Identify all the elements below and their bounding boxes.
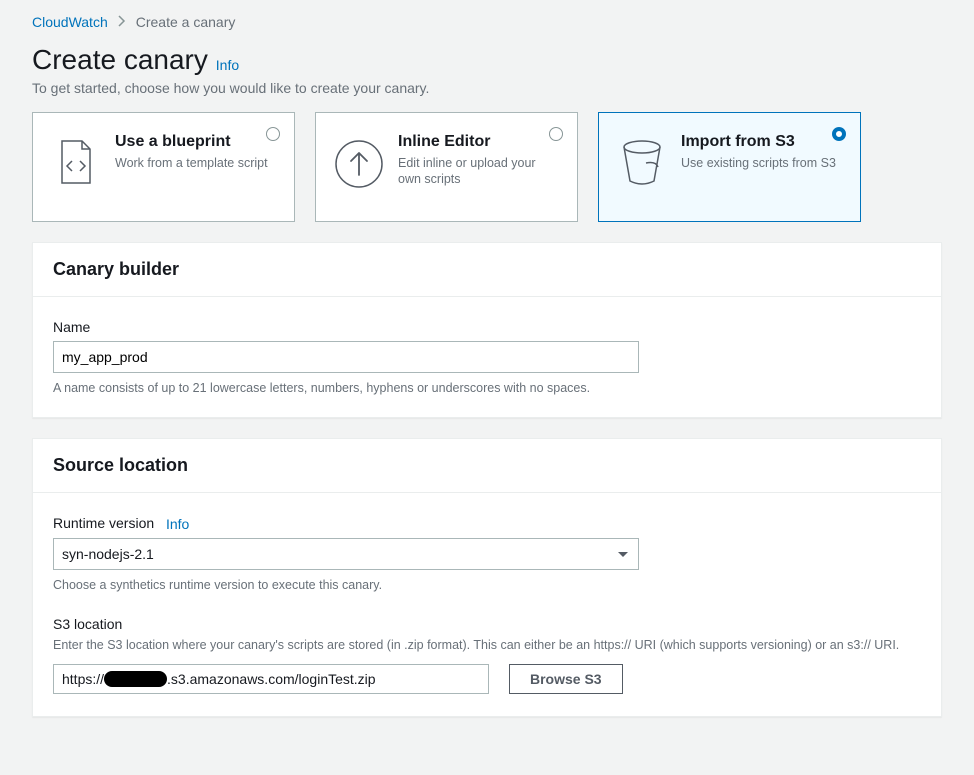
bucket-icon	[617, 139, 667, 185]
panel-title: Source location	[33, 439, 941, 493]
option-blueprint[interactable]: Use a blueprint Work from a template scr…	[32, 112, 295, 222]
s3-input-prefix: https://	[62, 671, 104, 687]
option-title: Import from S3	[681, 133, 836, 151]
creation-options: Use a blueprint Work from a template scr…	[32, 112, 942, 222]
radio-icon	[549, 127, 563, 141]
breadcrumb-root[interactable]: CloudWatch	[32, 14, 108, 30]
option-title: Inline Editor	[398, 133, 559, 151]
page-subtitle: To get started, choose how you would lik…	[32, 80, 942, 96]
option-title: Use a blueprint	[115, 133, 268, 151]
canary-builder-panel: Canary builder Name A name consists of u…	[32, 242, 942, 418]
runtime-value: syn-nodejs-2.1	[62, 546, 154, 562]
option-desc: Use existing scripts from S3	[681, 155, 836, 171]
runtime-label: Runtime version	[53, 515, 154, 531]
s3-location-input[interactable]: https:// .s3.amazonaws.com/loginTest.zip	[53, 664, 489, 694]
name-helper: A name consists of up to 21 lowercase le…	[53, 381, 921, 395]
runtime-select[interactable]: syn-nodejs-2.1	[53, 538, 639, 570]
page-header: Create canary Info To get started, choos…	[32, 44, 942, 96]
canary-name-input[interactable]	[53, 341, 639, 373]
option-desc: Work from a template script	[115, 155, 268, 171]
runtime-label-row: Runtime version Info	[53, 515, 921, 532]
panel-title: Canary builder	[33, 243, 941, 297]
info-link[interactable]: Info	[216, 57, 239, 73]
source-location-panel: Source location Runtime version Info syn…	[32, 438, 942, 717]
file-code-icon	[51, 139, 101, 185]
s3-input-suffix: .s3.amazonaws.com/loginTest.zip	[167, 671, 376, 687]
name-label: Name	[53, 319, 921, 335]
runtime-helper: Choose a synthetics runtime version to e…	[53, 578, 921, 592]
breadcrumb: CloudWatch Create a canary	[32, 14, 942, 30]
chevron-right-icon	[118, 14, 126, 30]
option-desc: Edit inline or upload your own scripts	[398, 155, 559, 188]
s3-location-desc: Enter the S3 location where your canary'…	[53, 638, 921, 652]
option-inline-editor[interactable]: Inline Editor Edit inline or upload your…	[315, 112, 578, 222]
browse-s3-button[interactable]: Browse S3	[509, 664, 623, 694]
runtime-info-link[interactable]: Info	[166, 516, 189, 532]
redacted-text	[104, 671, 167, 687]
option-import-s3[interactable]: Import from S3 Use existing scripts from…	[598, 112, 861, 222]
upload-icon	[334, 139, 384, 189]
radio-icon	[266, 127, 280, 141]
breadcrumb-current: Create a canary	[136, 14, 236, 30]
page-title: Create canary	[32, 44, 208, 76]
s3-location-label: S3 location	[53, 616, 921, 632]
radio-icon	[832, 127, 846, 141]
